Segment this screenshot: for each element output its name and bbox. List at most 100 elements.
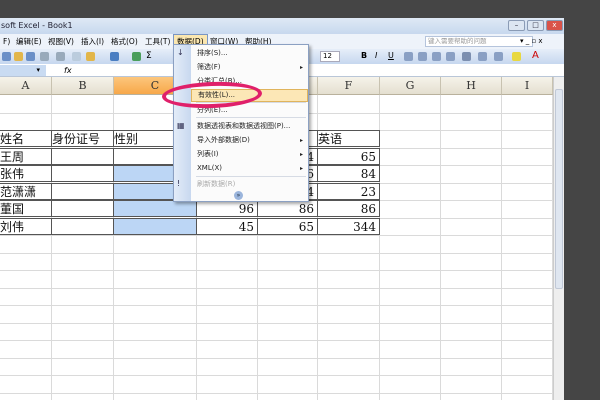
- id-cell[interactable]: [51, 147, 114, 165]
- gender-cell[interactable]: [113, 217, 197, 235]
- align-left-icon[interactable]: [404, 52, 413, 61]
- menu-file[interactable]: F): [0, 34, 13, 49]
- menu-item-8[interactable]: XML(X) ▸: [191, 162, 308, 175]
- score-cell[interactable]: 86: [257, 200, 318, 217]
- gridline: [0, 375, 553, 376]
- menu-view[interactable]: 视图(V): [45, 34, 77, 49]
- menu-item-7[interactable]: 列表(I) ▸: [191, 148, 308, 161]
- print-icon[interactable]: [40, 52, 49, 61]
- gridline: [0, 252, 553, 254]
- fx-icon[interactable]: fx: [64, 64, 72, 77]
- font-size-select[interactable]: 12: [320, 51, 340, 62]
- id-cell[interactable]: [51, 200, 114, 217]
- header-cell[interactable]: 身份证号: [51, 130, 114, 147]
- score-cell[interactable]: 65: [257, 217, 318, 235]
- column-header-f[interactable]: F: [318, 77, 380, 95]
- header-cell[interactable]: 英语: [317, 130, 380, 147]
- gridline: [0, 340, 553, 341]
- autosum-icon[interactable]: Σ: [146, 51, 152, 61]
- gridline: [0, 305, 553, 306]
- english-cell[interactable]: 65: [317, 147, 380, 165]
- gridline: [0, 270, 553, 271]
- help-search-input[interactable]: 键入需要帮助的问题: [425, 36, 533, 47]
- id-cell[interactable]: [51, 165, 114, 182]
- menu-item-label: 筛选(F): [197, 63, 221, 71]
- score-cell[interactable]: 96: [196, 200, 258, 217]
- paste-icon[interactable]: [86, 52, 95, 61]
- name-cell[interactable]: 张伟: [0, 165, 52, 182]
- align-center-icon[interactable]: [418, 52, 427, 61]
- borders-icon[interactable]: [494, 52, 503, 61]
- save-icon[interactable]: [26, 52, 35, 61]
- column-header-i[interactable]: I: [502, 77, 553, 95]
- expand-menu-icon[interactable]: »: [234, 191, 243, 200]
- submenu-arrow-icon: ▸: [299, 165, 303, 172]
- name-cell[interactable]: 范潇潇: [0, 182, 52, 200]
- document-controls[interactable]: ▾ _ ▫ x: [520, 34, 543, 49]
- italic-button[interactable]: I: [375, 51, 377, 60]
- menu-separator: [196, 117, 306, 118]
- vertical-scrollbar[interactable]: [553, 77, 564, 400]
- id-cell[interactable]: [51, 182, 114, 200]
- name-cell[interactable]: 董国: [0, 200, 52, 217]
- preview-icon[interactable]: [56, 52, 65, 61]
- copy-icon[interactable]: [72, 52, 81, 61]
- menu-item-label: 导入外部数据(D): [197, 136, 250, 144]
- hyperlink-icon[interactable]: [132, 52, 141, 61]
- bold-button[interactable]: B: [361, 51, 367, 60]
- menu-item-1[interactable]: 筛选(F) ▸: [191, 61, 308, 74]
- open-icon[interactable]: [14, 52, 23, 61]
- menu-item-0[interactable]: 排序(S)...: [191, 47, 308, 60]
- data-menu-dropdown: 排序(S)... ↓ 筛选(F) ▸ 分类汇总(B)... 有效性(L)... 分列(E).…: [173, 44, 309, 202]
- menu-format[interactable]: 格式(O): [108, 34, 141, 49]
- header-cell[interactable]: 姓名: [0, 130, 52, 147]
- score-cell[interactable]: 45: [196, 217, 258, 235]
- maximize-button[interactable]: □: [527, 20, 544, 31]
- menu-item-9: 刷新数据(R): [191, 178, 308, 191]
- column-header-g[interactable]: G: [380, 77, 441, 95]
- new-icon[interactable]: [2, 52, 11, 61]
- menu-tools[interactable]: 工具(T): [142, 34, 173, 49]
- name-cell[interactable]: 刘伟: [0, 217, 52, 235]
- minimize-button[interactable]: –: [508, 20, 525, 31]
- merge-center-icon[interactable]: [446, 52, 455, 61]
- menu-item-label: 数据透视表和数据透视图(P)...: [197, 122, 291, 130]
- menu-separator: [196, 176, 306, 177]
- id-cell[interactable]: [51, 217, 114, 235]
- menu-edit[interactable]: 编辑(E): [13, 34, 45, 49]
- english-cell[interactable]: 344: [317, 217, 380, 235]
- indent-icon[interactable]: [478, 52, 487, 61]
- menu-item-5[interactable]: 数据透视表和数据透视图(P)...: [191, 120, 308, 133]
- menu-item-6[interactable]: 导入外部数据(D) ▸: [191, 134, 308, 147]
- name-box[interactable]: ▾: [0, 65, 46, 76]
- currency-icon[interactable]: [462, 52, 471, 61]
- name-cell[interactable]: 王周: [0, 147, 52, 165]
- column-header-a[interactable]: A: [0, 77, 52, 95]
- menu-item-label: XML(X): [197, 164, 222, 172]
- gridline: [0, 287, 553, 289]
- english-cell[interactable]: 86: [317, 200, 380, 217]
- undo-icon[interactable]: [110, 52, 119, 61]
- pivot-icon: ▦: [177, 121, 185, 130]
- font-color-icon[interactable]: A: [532, 50, 539, 61]
- close-button[interactable]: x: [546, 20, 563, 31]
- refresh-icon: !: [177, 179, 181, 188]
- menu-item-label: 刷新数据(R): [197, 180, 236, 188]
- gender-cell[interactable]: [113, 200, 197, 217]
- submenu-arrow-icon: ▸: [299, 64, 303, 71]
- submenu-arrow-icon: ▸: [299, 137, 303, 144]
- column-header-h[interactable]: H: [441, 77, 502, 95]
- fill-color-icon[interactable]: [512, 52, 521, 61]
- english-cell[interactable]: 84: [317, 165, 380, 182]
- align-right-icon[interactable]: [432, 52, 441, 61]
- menu-insert[interactable]: 插入(I): [78, 34, 107, 49]
- column-header-b[interactable]: B: [52, 77, 114, 95]
- menu-item-label: 列表(I): [197, 150, 219, 158]
- scroll-thumb[interactable]: [555, 89, 563, 289]
- menu-item-label: 排序(S)...: [197, 49, 228, 57]
- submenu-arrow-icon: ▸: [299, 151, 303, 158]
- window-title: soft Excel - Book1: [1, 21, 73, 30]
- english-cell[interactable]: 23: [317, 182, 380, 200]
- underline-button[interactable]: U: [388, 51, 394, 60]
- gridline: [0, 357, 553, 359]
